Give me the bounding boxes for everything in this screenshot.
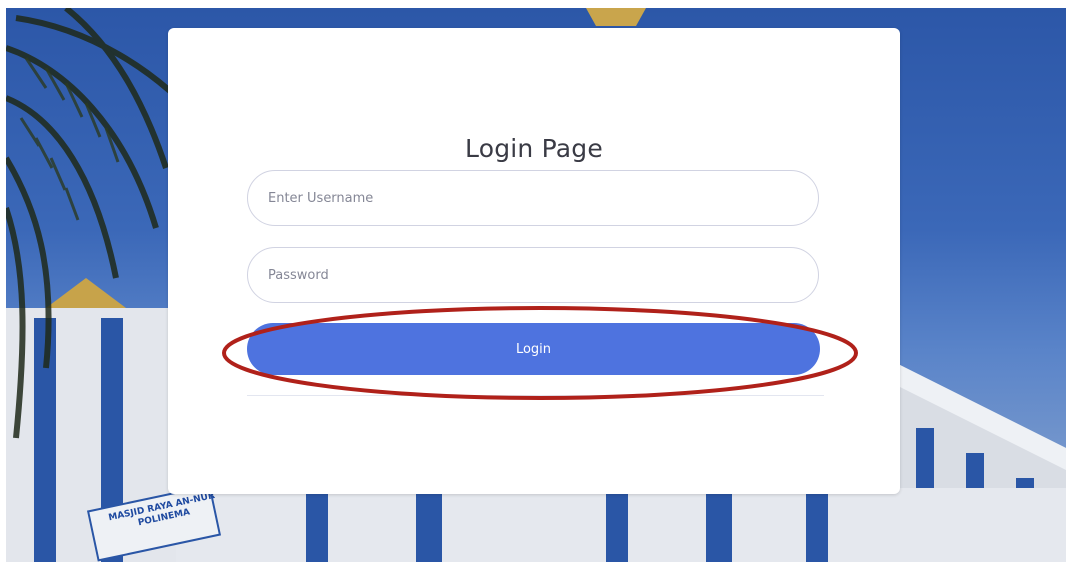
password-field-wrapper [247,247,819,303]
login-card: Login Page Login [168,28,900,494]
form-divider [247,395,824,396]
username-field-wrapper [247,170,819,226]
login-button[interactable]: Login [247,323,820,375]
login-screen: MASJID RAYA AN-NUR POLINEMA Login Page L… [0,0,1066,562]
password-input[interactable] [248,248,818,302]
username-input[interactable] [248,171,818,225]
page-title: Login Page [465,134,603,163]
